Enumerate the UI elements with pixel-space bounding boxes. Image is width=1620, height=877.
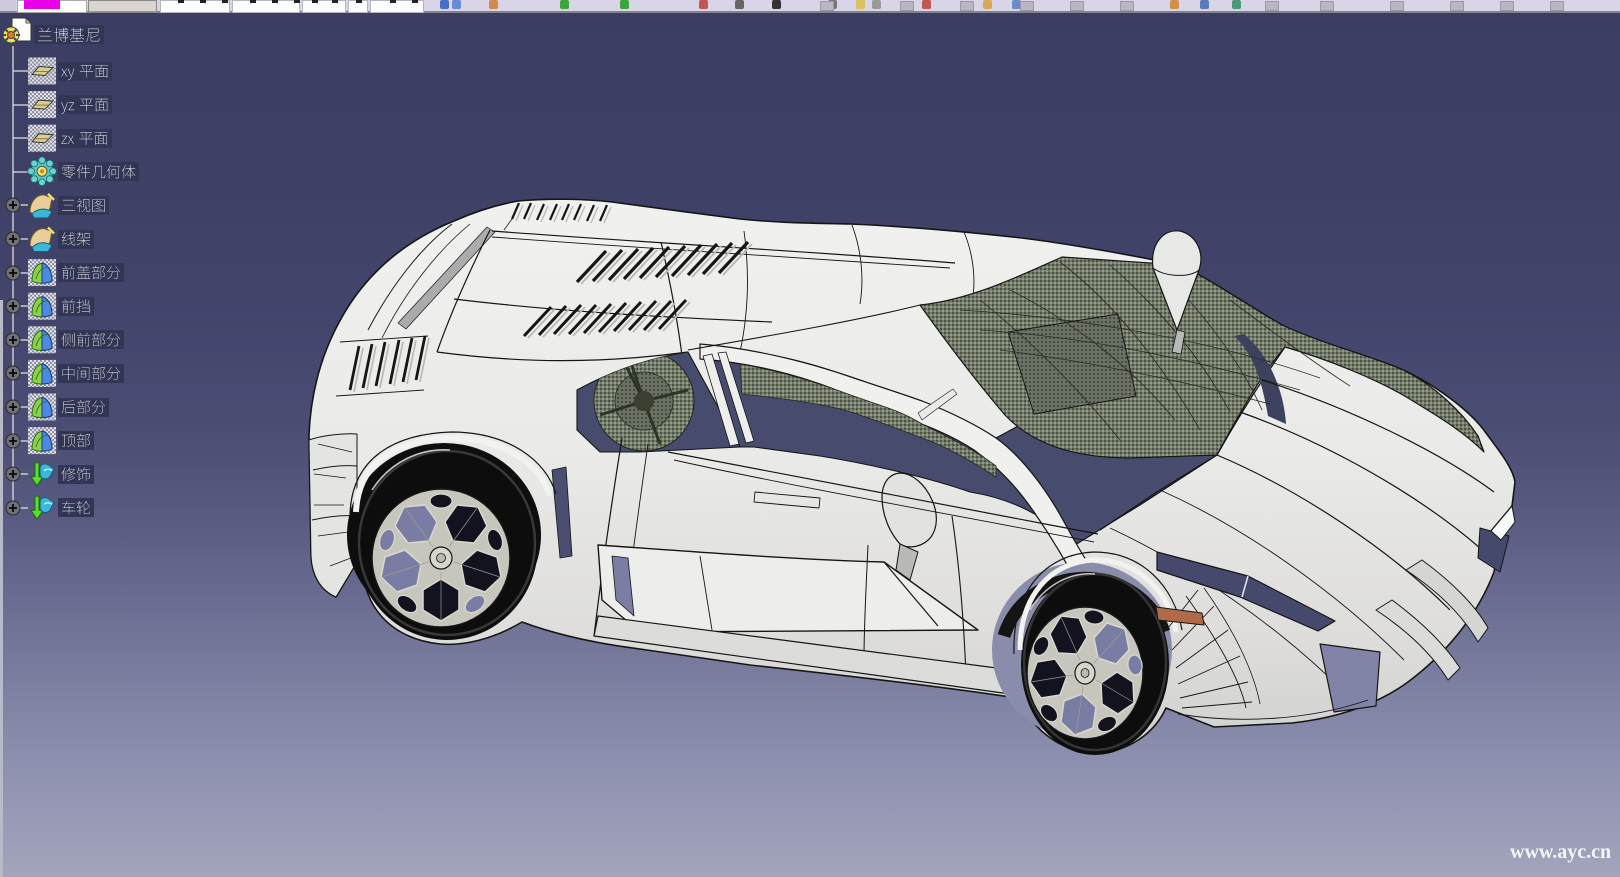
svg-text:www.ayc.cn: www.ayc.cn <box>1510 841 1611 863</box>
